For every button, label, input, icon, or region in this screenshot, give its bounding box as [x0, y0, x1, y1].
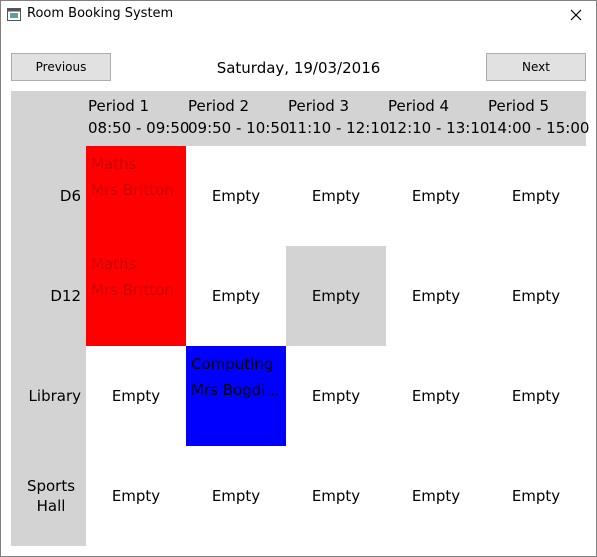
empty-slot-cell[interactable]: Empty [486, 446, 586, 546]
app-window: Room Booking System Previous Saturday, 1… [0, 0, 597, 557]
empty-slot-cell[interactable]: Empty [86, 446, 186, 546]
period-label: Period 4 [388, 97, 450, 115]
room-name: D12 [50, 287, 81, 305]
next-button[interactable]: Next [486, 53, 586, 81]
empty-slot-cell[interactable]: Empty [486, 346, 586, 446]
slot-status: Empty [411, 487, 461, 505]
slot-status: Empty [211, 287, 261, 305]
previous-button[interactable]: Previous [11, 53, 111, 81]
close-icon [570, 9, 582, 21]
booking-teacher: Mrs Bogdi... [191, 381, 280, 399]
booking-subject: Maths [91, 155, 137, 173]
period-header: Period 2 09:50 - 10:50 [188, 95, 290, 139]
room-label: D6 [11, 146, 86, 246]
period-time: 09:50 - 10:50 [188, 119, 290, 137]
slot-status: Empty [311, 387, 361, 405]
empty-slot-cell[interactable]: Empty [486, 246, 586, 346]
room-name: Library [28, 387, 81, 405]
date-label: Saturday, 19/03/2016 [216, 59, 381, 77]
empty-slot-cell[interactable]: Empty [186, 146, 286, 246]
period-time: 14:00 - 15:00 [488, 119, 590, 137]
room-label: Library [11, 346, 86, 446]
slot-status: Empty [511, 287, 561, 305]
period-label: Period 2 [188, 97, 250, 115]
close-button[interactable] [556, 1, 596, 29]
empty-slot-cell[interactable]: Empty [186, 246, 286, 346]
period-time: 12:10 - 13:10 [388, 119, 490, 137]
slot-status: Empty [511, 487, 561, 505]
room-name: Sports Hall [26, 477, 76, 515]
slot-status: Empty [211, 187, 261, 205]
app-window-icon [7, 8, 21, 21]
slot-status: Empty [111, 487, 161, 505]
period-label: Period 3 [288, 97, 350, 115]
booking-teacher: Mrs Britton [91, 181, 174, 199]
slot-status: Empty [311, 287, 361, 305]
room-name: D6 [59, 187, 81, 205]
empty-slot-cell[interactable]: Empty [386, 346, 486, 446]
slot-status: Empty [411, 187, 461, 205]
period-header: Period 4 12:10 - 13:10 [388, 95, 490, 139]
period-header: Period 3 11:10 - 12:10 [288, 95, 390, 139]
period-time: 08:50 - 09:50 [88, 119, 190, 137]
slot-status: Empty [511, 387, 561, 405]
empty-slot-cell[interactable]: Empty [86, 346, 186, 446]
booking-subject: Maths [91, 255, 137, 273]
booking-cell[interactable]: Maths Mrs Britton [86, 246, 186, 346]
slot-status: Empty [311, 187, 361, 205]
empty-slot-cell[interactable]: Empty [386, 446, 486, 546]
slot-status: Empty [311, 487, 361, 505]
empty-slot-cell[interactable]: Empty [386, 246, 486, 346]
empty-slot-cell[interactable]: Empty [386, 146, 486, 246]
period-time: 11:10 - 12:10 [288, 119, 390, 137]
slot-status: Empty [511, 187, 561, 205]
slot-status: Empty [111, 387, 161, 405]
period-label: Period 1 [88, 97, 150, 115]
slot-status: Empty [411, 387, 461, 405]
room-label: D12 [11, 246, 86, 346]
period-label: Period 5 [488, 97, 550, 115]
slot-status: Empty [211, 487, 261, 505]
period-header-row: Period 1 08:50 - 09:50 Period 2 09:50 - … [11, 91, 590, 146]
booking-subject: Computing [191, 355, 274, 373]
window-title: Room Booking System [27, 6, 174, 21]
period-header: Period 1 08:50 - 09:50 [88, 95, 190, 139]
booking-cell[interactable]: Computing Mrs Bogdi... [186, 346, 286, 446]
empty-slot-cell[interactable]: Empty [486, 146, 586, 246]
empty-slot-cell[interactable]: Empty [286, 346, 386, 446]
room-label: Sports Hall [11, 446, 86, 546]
empty-slot-cell[interactable]: Empty [286, 446, 386, 546]
empty-slot-cell[interactable]: Empty [186, 446, 286, 546]
booking-cell[interactable]: Maths Mrs Britton [86, 146, 186, 246]
slot-status: Empty [411, 287, 461, 305]
period-header: Period 5 14:00 - 15:00 [488, 95, 590, 139]
timetable-grid: Period 1 08:50 - 09:50 Period 2 09:50 - … [11, 91, 590, 546]
title-bar: Room Booking System [1, 1, 596, 29]
booking-teacher: Mrs Britton [91, 281, 174, 299]
empty-slot-cell[interactable]: Empty [286, 146, 386, 246]
empty-slot-cell[interactable]: Empty [286, 246, 386, 346]
